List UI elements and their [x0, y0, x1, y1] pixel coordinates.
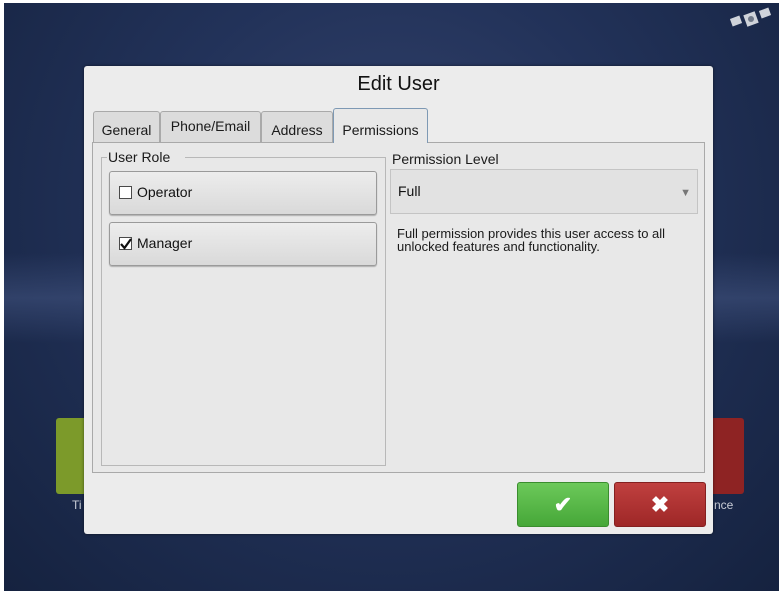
operator-checkbox[interactable] — [119, 186, 132, 199]
background-app-label-left: Ti — [72, 498, 82, 512]
manager-checkbox[interactable] — [119, 237, 132, 250]
permission-level-select[interactable]: Full ▼ — [390, 169, 698, 214]
checkmark-icon: ✔ — [553, 491, 573, 517]
manager-label: Manager — [137, 235, 193, 251]
dropdown-arrow-icon: ▼ — [680, 187, 691, 199]
dialog-title: Edit User — [357, 73, 440, 95]
manager-role-button[interactable]: Manager — [109, 222, 377, 266]
edit-user-dialog: Edit User General Phone/Email Address Pe… — [84, 66, 713, 534]
operator-role-button[interactable]: Operator — [109, 171, 377, 215]
tab-permissions-label: Permissions — [342, 122, 419, 138]
satellite-signal-icon — [729, 7, 772, 27]
close-icon: ✖ — [650, 491, 670, 517]
tab-general[interactable]: General — [93, 111, 160, 142]
background-app-tile-right — [712, 418, 744, 494]
background-app-label-right: nce — [714, 498, 734, 512]
permissions-panel: User Role Operator Manager Permission Le… — [92, 142, 705, 473]
tab-general-label: General — [101, 122, 152, 138]
cancel-button[interactable]: ✖ — [614, 482, 706, 527]
tab-permissions[interactable]: Permissions — [333, 108, 428, 143]
confirm-button[interactable]: ✔ — [517, 482, 609, 527]
checkmark-icon — [120, 238, 132, 250]
tab-phone-email-label: Phone/Email — [170, 118, 251, 134]
tab-address[interactable]: Address — [261, 111, 333, 142]
permission-level-value: Full — [398, 183, 421, 199]
tab-phone-email[interactable]: Phone/Email — [160, 111, 261, 142]
permission-description: Full permission provides this user acces… — [397, 226, 666, 254]
user-role-label: User Role — [108, 149, 171, 165]
operator-label: Operator — [137, 184, 193, 200]
tab-address-label: Address — [271, 122, 323, 138]
permission-level-label: Permission Level — [392, 151, 499, 167]
